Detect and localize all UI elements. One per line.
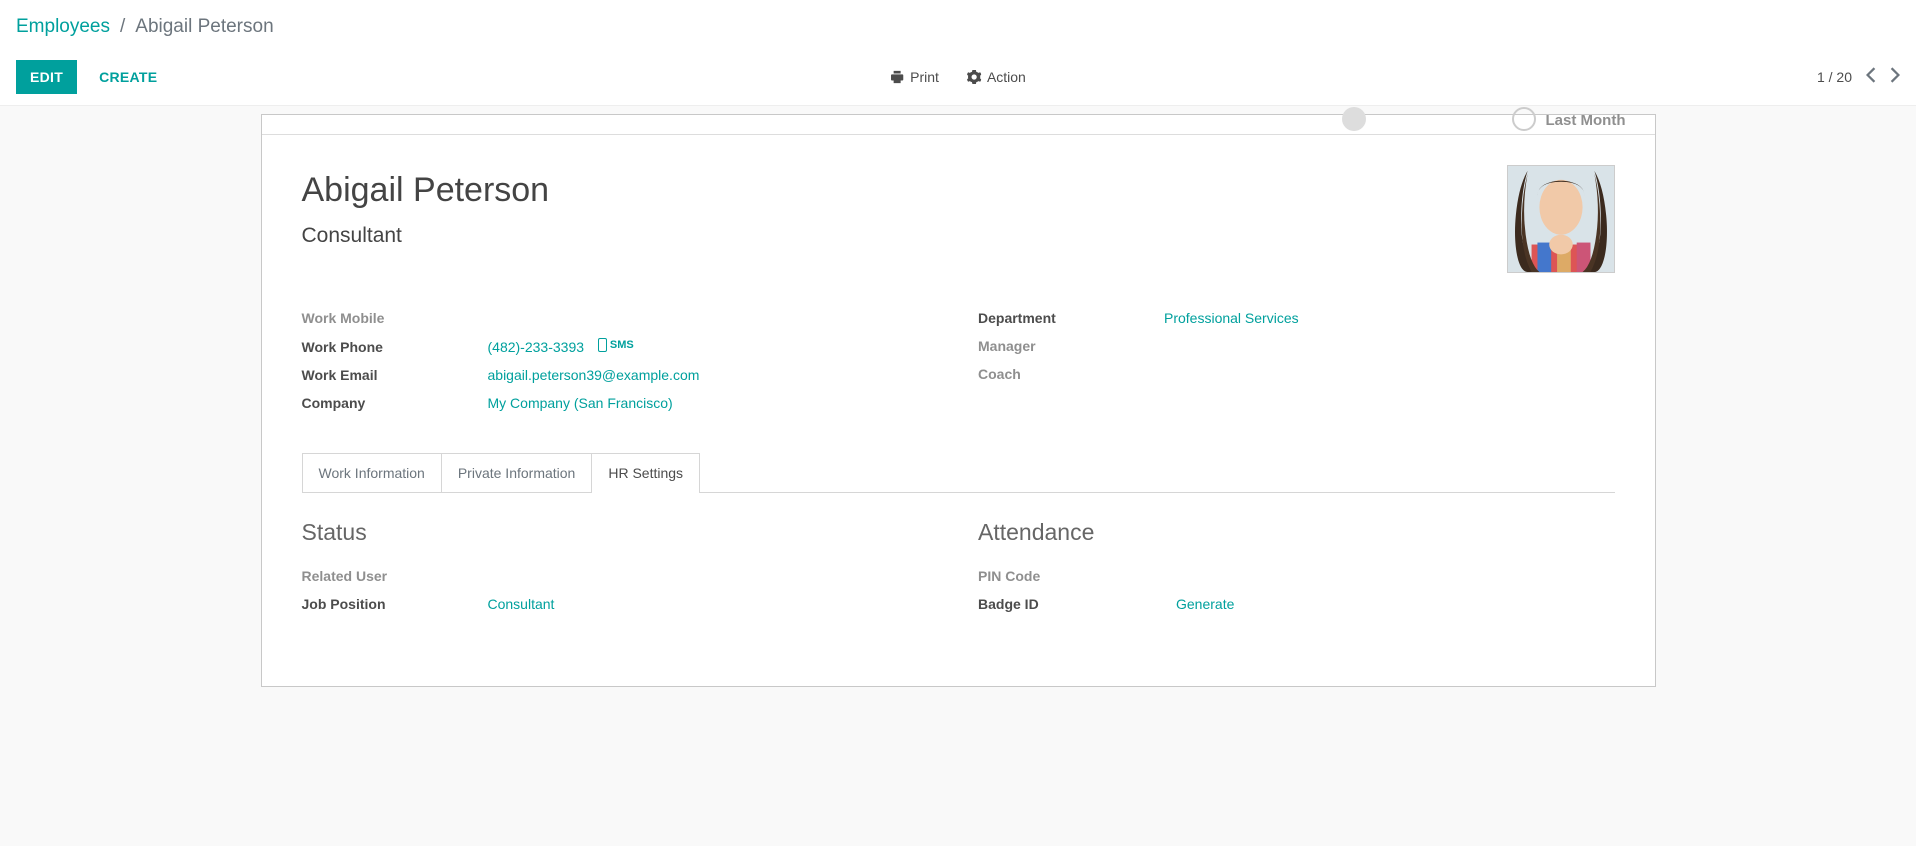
tab-private-information[interactable]: Private Information bbox=[441, 453, 593, 492]
pager-next-button[interactable] bbox=[1890, 67, 1900, 88]
work-mobile-label: Work Mobile bbox=[302, 310, 488, 326]
employee-job-title: Consultant bbox=[302, 224, 1465, 248]
breadcrumb-root-link[interactable]: Employees bbox=[16, 16, 110, 38]
print-button[interactable]: Print bbox=[890, 69, 939, 85]
job-position-link[interactable]: Consultant bbox=[488, 596, 555, 612]
manager-label: Manager bbox=[978, 338, 1164, 354]
breadcrumb-separator: / bbox=[120, 16, 125, 38]
breadcrumb-current: Abigail Peterson bbox=[135, 16, 273, 38]
company-label: Company bbox=[302, 395, 488, 411]
tab-hr-settings[interactable]: HR Settings bbox=[591, 453, 700, 492]
sms-label: SMS bbox=[610, 339, 634, 351]
form-sheet: Last Month Abigail Peterson Consultant bbox=[261, 114, 1656, 687]
badge-id-label: Badge ID bbox=[978, 596, 1164, 612]
generate-badge-button[interactable]: Generate bbox=[1176, 596, 1234, 612]
work-phone-label: Work Phone bbox=[302, 339, 488, 355]
pager-text: 1 / 20 bbox=[1817, 69, 1852, 85]
pager-prev-button[interactable] bbox=[1866, 67, 1876, 88]
print-label: Print bbox=[910, 69, 939, 85]
pin-code-label: PIN Code bbox=[978, 568, 1164, 584]
avatar[interactable] bbox=[1507, 165, 1615, 273]
coach-label: Coach bbox=[978, 366, 1164, 382]
employee-name-heading: Abigail Peterson bbox=[302, 171, 1465, 210]
tab-work-information[interactable]: Work Information bbox=[302, 453, 442, 492]
gear-icon bbox=[967, 70, 981, 84]
status-section-heading: Status bbox=[302, 519, 939, 546]
stat-indicator-icon bbox=[1342, 107, 1366, 131]
work-email-link[interactable]: abigail.peterson39@example.com bbox=[488, 367, 700, 383]
sms-button[interactable]: SMS bbox=[598, 338, 634, 352]
work-email-label: Work Email bbox=[302, 367, 488, 383]
action-label: Action bbox=[987, 69, 1026, 85]
attendance-section-heading: Attendance bbox=[978, 519, 1615, 546]
department-link[interactable]: Professional Services bbox=[1164, 310, 1299, 326]
related-user-label: Related User bbox=[302, 568, 488, 584]
breadcrumb: Employees / Abigail Peterson bbox=[16, 16, 1900, 38]
department-label: Department bbox=[978, 310, 1164, 326]
action-dropdown[interactable]: Action bbox=[967, 69, 1026, 85]
tabs-bar: Work Information Private Information HR … bbox=[302, 453, 1615, 493]
create-button[interactable]: CREATE bbox=[87, 61, 169, 93]
attendance-stat-label: Last Month bbox=[1546, 112, 1626, 129]
company-link[interactable]: My Company (San Francisco) bbox=[488, 395, 673, 411]
job-position-label: Job Position bbox=[302, 596, 488, 612]
print-icon bbox=[890, 70, 904, 84]
mobile-icon bbox=[598, 338, 607, 352]
attendance-stat-icon bbox=[1512, 107, 1536, 131]
work-phone-link[interactable]: (482)-233-3393 bbox=[488, 339, 585, 355]
edit-button[interactable]: EDIT bbox=[16, 60, 77, 94]
stat-buttons-bar: Last Month bbox=[262, 115, 1655, 135]
